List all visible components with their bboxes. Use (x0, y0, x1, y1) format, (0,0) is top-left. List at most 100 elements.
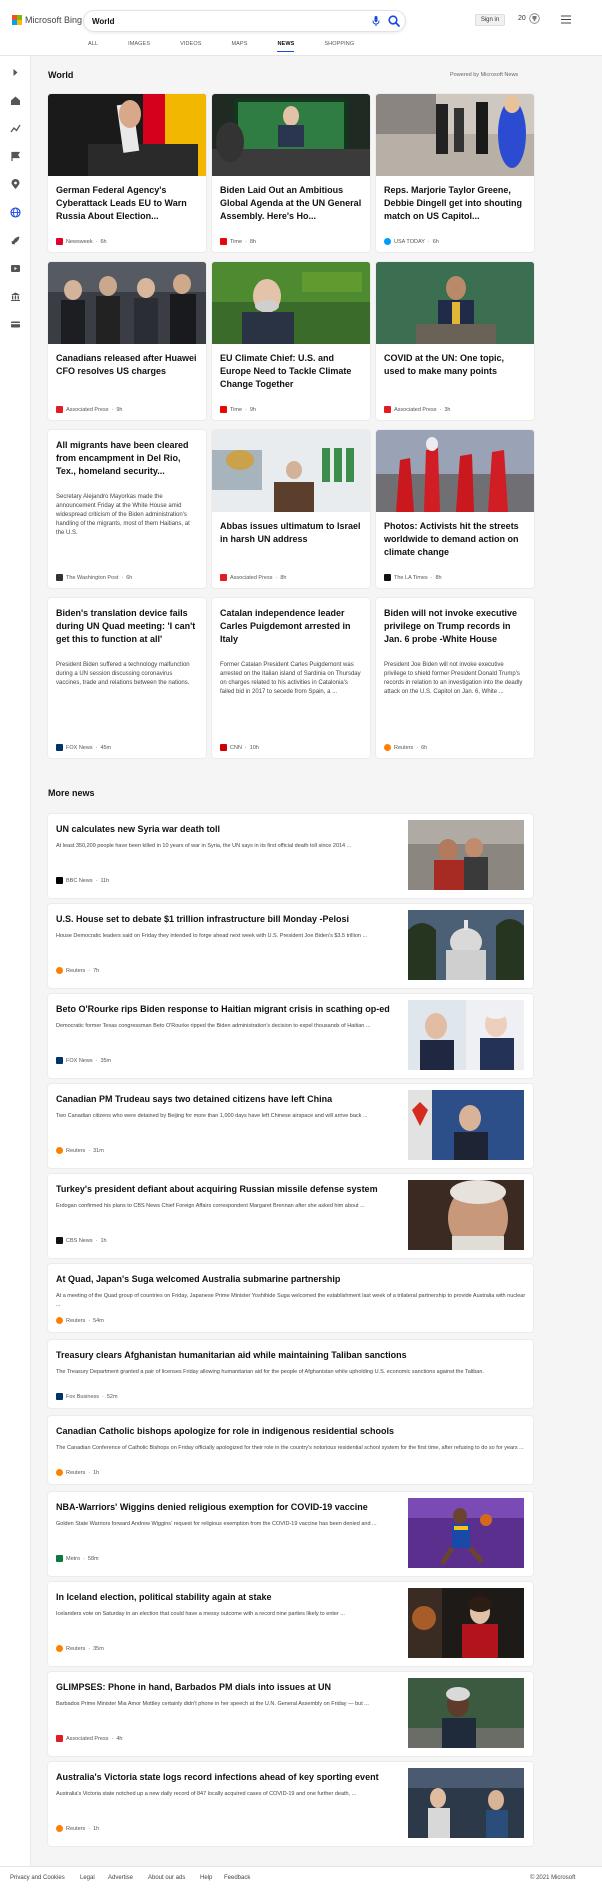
flag-icon[interactable] (10, 151, 21, 162)
more-news-item[interactable]: Treasury clears Afghanistan humanitarian… (48, 1340, 533, 1408)
hamburger-menu-icon[interactable] (561, 15, 571, 24)
item-source: Reuters · 1h (56, 1825, 99, 1832)
politics-building-icon[interactable] (10, 291, 21, 302)
footer: Privacy and Cookies Legal Advertise Abou… (0, 1866, 602, 1889)
more-news-item[interactable]: In Iceland election, political stability… (48, 1582, 533, 1666)
fox-news-logo-icon (56, 744, 63, 751)
newsweek-logo-icon (56, 238, 63, 245)
item-headline[interactable]: In Iceland election, political stability… (56, 1592, 446, 1602)
search-icon[interactable] (387, 14, 401, 28)
un-podium-photo (376, 262, 534, 344)
barbados-pm-photo (408, 1678, 524, 1748)
card-headline[interactable]: Biden will not invoke executive privileg… (384, 607, 526, 646)
card-headline[interactable]: Catalan independence leader Carles Puigd… (220, 607, 362, 646)
rewards-button[interactable]: 20 (518, 13, 540, 24)
card-headline[interactable]: German Federal Agency's Cyberattack Lead… (56, 184, 198, 223)
card-headline[interactable]: Biden's translation device fails during … (56, 607, 198, 646)
item-headline[interactable]: Treasury clears Afghanistan humanitarian… (56, 1350, 526, 1360)
news-card[interactable]: German Federal Agency's Cyberattack Lead… (48, 94, 206, 252)
news-card[interactable]: Biden will not invoke executive privileg… (376, 598, 534, 758)
item-snippet: The Canadian Conference of Catholic Bish… (56, 1445, 524, 1451)
news-card[interactable]: Reps. Marjorie Taylor Greene, Debbie Din… (376, 94, 534, 252)
bbc-logo-icon (56, 877, 63, 884)
rewards-trophy-icon (529, 13, 540, 24)
card-headline[interactable]: All migrants have been cleared from enca… (56, 439, 198, 478)
more-news-item[interactable]: UN calculates new Syria war death toll A… (48, 814, 533, 898)
tab-images[interactable]: Images (128, 41, 150, 52)
more-news-item[interactable]: Turkey's president defiant about acquiri… (48, 1174, 533, 1258)
tab-maps[interactable]: Maps (231, 41, 247, 52)
news-card[interactable]: All migrants have been cleared from enca… (48, 430, 206, 588)
item-headline[interactable]: Beto O'Rourke rips Biden response to Hai… (56, 1004, 446, 1014)
expand-sidebar-icon[interactable] (10, 67, 21, 78)
ap-logo-icon (220, 574, 227, 581)
help-link[interactable]: Help (200, 1875, 212, 1881)
item-headline[interactable]: NBA-Warriors' Wiggins denied religious e… (56, 1502, 446, 1512)
item-headline[interactable]: Canadian PM Trudeau says two detained ci… (56, 1094, 446, 1104)
card-headline[interactable]: Reps. Marjorie Taylor Greene, Debbie Din… (384, 184, 526, 223)
more-news-item[interactable]: Canadian Catholic bishops apologize for … (48, 1416, 533, 1484)
legal-link[interactable]: Legal (80, 1875, 95, 1881)
more-news-item[interactable]: GLIMPSES: Phone in hand, Barbados PM dia… (48, 1672, 533, 1756)
search-input[interactable] (90, 14, 340, 28)
money-card-icon[interactable] (10, 319, 21, 330)
location-pin-icon[interactable] (10, 179, 21, 190)
card-snippet: Secretary Alejandro Mayorkas made the an… (56, 494, 190, 536)
news-card[interactable]: EU Climate Chief: U.S. and Europe Need t… (212, 262, 370, 420)
tab-all[interactable]: All (88, 41, 98, 52)
card-headline[interactable]: Abbas issues ultimatum to Israel in hars… (220, 520, 362, 546)
abbas-address-photo (212, 430, 370, 512)
item-snippet: House Democratic leaders said on Friday … (56, 933, 368, 939)
science-rocket-icon[interactable] (10, 235, 21, 246)
news-card[interactable]: COVID at the UN: One topic, used to make… (376, 262, 534, 420)
more-news-item[interactable]: U.S. House set to debate $1 trillion inf… (48, 904, 533, 988)
globe-icon[interactable] (10, 207, 21, 218)
entertainment-icon[interactable] (10, 263, 21, 274)
card-headline[interactable]: Biden Laid Out an Ambitious Global Agend… (220, 184, 362, 223)
news-card[interactable]: Photos: Activists hit the streets worldw… (376, 430, 534, 588)
item-headline[interactable]: At Quad, Japan's Suga welcomed Australia… (56, 1274, 526, 1284)
item-headline[interactable]: GLIMPSES: Phone in hand, Barbados PM dia… (56, 1682, 446, 1692)
item-headline[interactable]: U.S. House set to debate $1 trillion inf… (56, 914, 446, 924)
card-headline[interactable]: EU Climate Chief: U.S. and Europe Need t… (220, 352, 362, 391)
privacy-link[interactable]: Privacy and Cookies (10, 1875, 65, 1881)
tab-news[interactable]: News (277, 41, 295, 52)
sign-in-button[interactable]: Sign in (475, 14, 505, 26)
about-ads-link[interactable]: About our ads (148, 1875, 185, 1881)
rewards-count: 20 (518, 15, 526, 22)
trending-icon[interactable] (10, 123, 21, 134)
card-headline[interactable]: COVID at the UN: One topic, used to make… (384, 352, 526, 378)
item-headline[interactable]: Canadian Catholic bishops apologize for … (56, 1426, 526, 1436)
home-icon[interactable] (10, 95, 21, 106)
feedback-link[interactable]: Feedback (224, 1875, 250, 1881)
more-news-item[interactable]: NBA-Warriors' Wiggins denied religious e… (48, 1492, 533, 1576)
news-card[interactable]: Biden's translation device fails during … (48, 598, 206, 758)
advertise-link[interactable]: Advertise (108, 1875, 133, 1881)
more-news-item[interactable]: Beto O'Rourke rips Biden response to Hai… (48, 994, 533, 1078)
more-news-item[interactable]: At Quad, Japan's Suga welcomed Australia… (48, 1264, 533, 1332)
tab-shopping[interactable]: Shopping (324, 41, 354, 52)
microphone-icon[interactable] (370, 15, 382, 27)
card-source: USA TODAY · 6h (384, 238, 439, 245)
news-card[interactable]: Catalan independence leader Carles Puigd… (212, 598, 370, 758)
item-snippet: Golden State Warriors forward Andrew Wig… (56, 1521, 377, 1527)
cnn-logo-icon (220, 744, 227, 751)
usa-today-logo-icon (384, 238, 391, 245)
more-news-item[interactable]: Australia's Victoria state logs record i… (48, 1762, 533, 1846)
tab-videos[interactable]: Videos (180, 41, 201, 52)
news-card[interactable]: Abbas issues ultimatum to Israel in hars… (212, 430, 370, 588)
card-headline[interactable]: Photos: Activists hit the streets worldw… (384, 520, 526, 559)
item-source: FOX News · 35m (56, 1057, 111, 1064)
microsoft-logo-icon (12, 15, 22, 25)
item-headline[interactable]: Turkey's president defiant about acquiri… (56, 1184, 446, 1194)
more-news-item[interactable]: Canadian PM Trudeau says two detained ci… (48, 1084, 533, 1168)
card-headline[interactable]: Canadians released after Huawei CFO reso… (56, 352, 198, 378)
news-card[interactable]: Biden Laid Out an Ambitious Global Agend… (212, 94, 370, 252)
capitol-steps-photo (376, 94, 534, 176)
item-headline[interactable]: Australia's Victoria state logs record i… (56, 1772, 446, 1782)
item-headline[interactable]: UN calculates new Syria war death toll (56, 824, 446, 834)
card-snippet: President Biden suffered a technology ma… (56, 662, 190, 686)
bing-logo[interactable]: Microsoft Bing (12, 15, 82, 25)
news-card[interactable]: Canadians released after Huawei CFO reso… (48, 262, 206, 420)
basketball-player-photo (408, 1498, 524, 1568)
